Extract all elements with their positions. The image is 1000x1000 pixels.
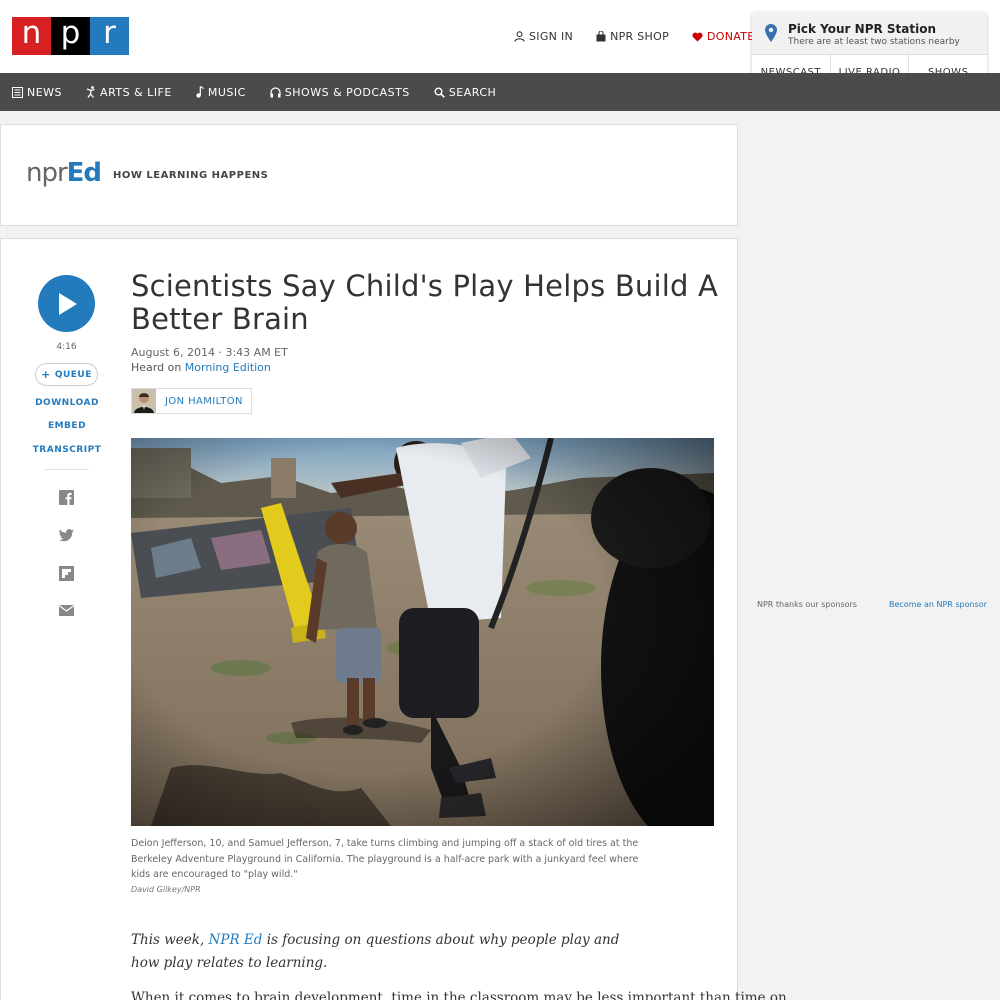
morning-edition-link[interactable]: Morning Edition bbox=[185, 361, 271, 374]
headphones-icon bbox=[270, 86, 281, 97]
sponsor-note: NPR thanks our sponsors bbox=[757, 600, 857, 609]
user-icon bbox=[514, 31, 525, 42]
author-name: JON HAMILTON bbox=[165, 395, 243, 407]
npr-ed-link[interactable]: NPR Ed bbox=[209, 932, 263, 948]
queue-button[interactable]: + QUEUE bbox=[35, 363, 98, 386]
author-byline[interactable]: JON HAMILTON bbox=[131, 388, 252, 414]
intro-prefix: This week, bbox=[131, 932, 209, 948]
nav-item-news[interactable]: NEWS bbox=[12, 86, 62, 99]
heard-on-prefix: Heard on bbox=[131, 361, 185, 374]
transcript-link[interactable]: TRANSCRIPT bbox=[23, 445, 111, 455]
article-title: Scientists Say Child's Play Helps Build … bbox=[131, 269, 719, 336]
heard-on: Heard on Morning Edition bbox=[131, 361, 271, 374]
facebook-icon bbox=[58, 489, 74, 505]
music-note-icon bbox=[196, 86, 204, 98]
article-photo[interactable] bbox=[131, 438, 714, 826]
shopping-bag-icon bbox=[596, 31, 606, 42]
flipboard-icon bbox=[58, 565, 74, 581]
sign-in-label: SIGN IN bbox=[529, 30, 574, 43]
nav-item-arts-life[interactable]: ARTS & LIFE bbox=[86, 86, 172, 99]
nav-label-news: NEWS bbox=[27, 85, 63, 99]
donate-link[interactable]: DONATE bbox=[692, 30, 755, 43]
email-icon bbox=[58, 604, 74, 616]
map-pin-icon bbox=[765, 24, 777, 42]
search-icon bbox=[434, 87, 445, 98]
dancer-icon bbox=[86, 86, 95, 98]
donate-label: DONATE bbox=[707, 30, 755, 43]
npr-ed-tagline: HOW LEARNING HAPPENS bbox=[113, 170, 269, 181]
nav-item-music[interactable]: MUSIC bbox=[196, 86, 246, 99]
nav-label-music: MUSIC bbox=[207, 85, 246, 99]
queue-label: QUEUE bbox=[54, 369, 92, 380]
nav-item-search[interactable]: SEARCH bbox=[434, 86, 497, 99]
logo-letter-p: p bbox=[51, 17, 90, 55]
newspaper-icon bbox=[12, 86, 23, 98]
side-divider bbox=[44, 469, 89, 470]
station-picker-header[interactable]: Pick Your NPR Station There are at least… bbox=[752, 12, 987, 54]
play-button[interactable] bbox=[38, 275, 95, 332]
npr-ed-logo-npr: npr bbox=[26, 158, 68, 188]
npr-shop-label: NPR SHOP bbox=[610, 30, 670, 43]
photo-credit: David Gilkey/NPR bbox=[131, 885, 201, 894]
station-picker-title: Pick Your NPR Station bbox=[788, 22, 937, 36]
play-icon bbox=[58, 292, 77, 315]
photo-caption: Deion Jefferson, 10, and Samuel Jefferso… bbox=[131, 838, 639, 880]
nav-label-search: SEARCH bbox=[448, 85, 497, 99]
station-picker-subtitle: There are at least two stations nearby bbox=[788, 37, 960, 47]
nav-label-shows-podcasts: SHOWS & PODCASTS bbox=[284, 85, 410, 99]
article-intro: This week, NPR Ed is focusing on questio… bbox=[131, 929, 631, 975]
email-share-button[interactable] bbox=[58, 602, 74, 618]
heart-icon bbox=[692, 32, 703, 42]
npr-logo[interactable]: n p r bbox=[12, 17, 129, 55]
npr-ed-logo-ed: Ed bbox=[66, 158, 102, 188]
audio-duration: 4:16 bbox=[56, 342, 77, 352]
site-header: n p r SIGN IN NPR SHOP DONATE Pick Your … bbox=[0, 0, 1000, 89]
plus-icon: + bbox=[41, 368, 51, 381]
twitter-icon bbox=[58, 528, 74, 541]
nav-item-shows-podcasts[interactable]: SHOWS & PODCASTS bbox=[270, 86, 410, 99]
npr-ed-banner: nprEd HOW LEARNING HAPPENS bbox=[0, 124, 738, 226]
embed-link[interactable]: EMBED bbox=[23, 421, 111, 431]
download-link[interactable]: DOWNLOAD bbox=[23, 398, 111, 408]
sign-in-link[interactable]: SIGN IN bbox=[514, 30, 573, 43]
become-sponsor-link[interactable]: Become an NPR sponsor bbox=[889, 600, 987, 609]
article-body-paragraph: When it comes to brain development, time… bbox=[131, 990, 787, 1000]
main-nav: NEWS ARTS & LIFE MUSIC SHOWS & PODCASTS … bbox=[0, 73, 1000, 111]
twitter-share-button[interactable] bbox=[58, 527, 74, 543]
facebook-share-button[interactable] bbox=[58, 489, 74, 505]
header-links: SIGN IN NPR SHOP DONATE bbox=[514, 30, 778, 43]
nav-label-arts-life: ARTS & LIFE bbox=[100, 85, 172, 99]
article-date: August 6, 2014 · 3:43 AM ET bbox=[131, 346, 288, 359]
logo-letter-r: r bbox=[90, 17, 129, 55]
author-avatar bbox=[132, 389, 156, 413]
flipboard-share-button[interactable] bbox=[58, 565, 74, 581]
logo-letter-n: n bbox=[12, 17, 51, 55]
npr-ed-logo[interactable]: nprEd bbox=[26, 158, 102, 188]
npr-shop-link[interactable]: NPR SHOP bbox=[596, 30, 669, 43]
